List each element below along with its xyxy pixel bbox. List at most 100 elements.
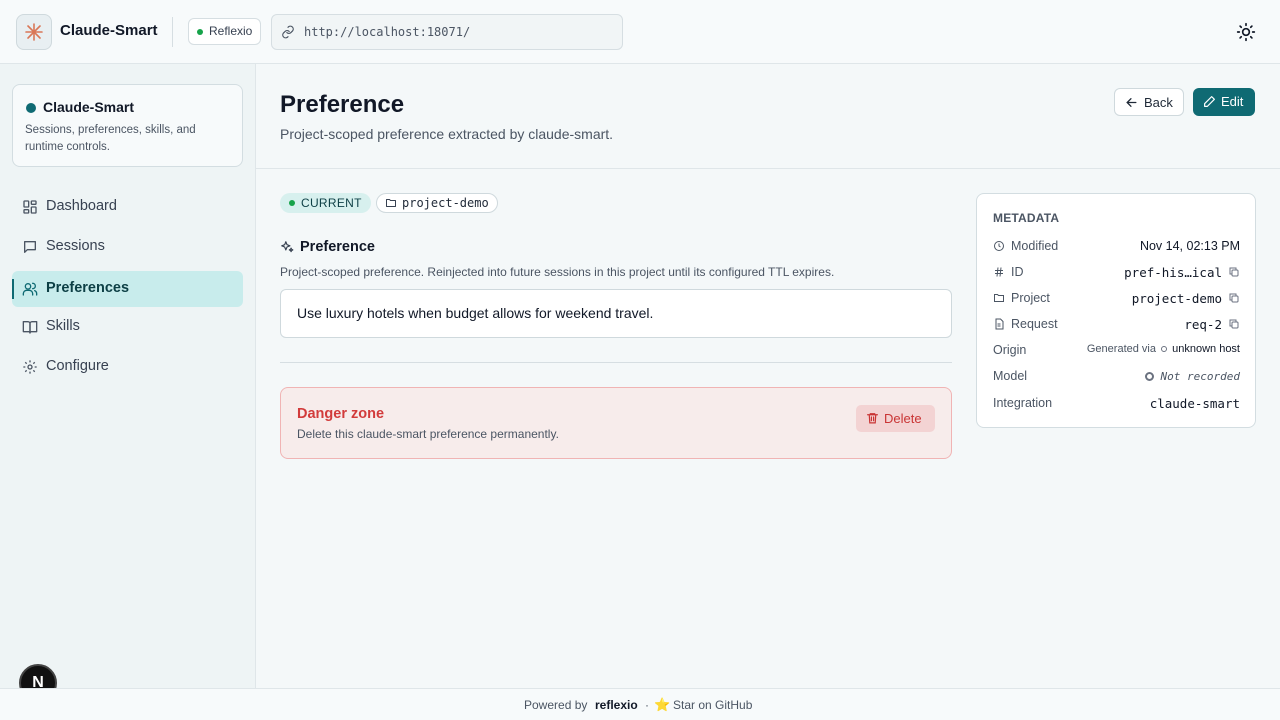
danger-zone: Danger zone Delete this claude-smart pre… [280,387,952,459]
footer-separator: · [645,698,649,712]
pencil-icon [1204,96,1215,107]
theme-toggle-button[interactable] [1236,22,1256,42]
status-badge-label: CURRENT [301,196,362,210]
sidebar-item-sessions[interactable]: Sessions [12,229,243,265]
url-field[interactable]: http://localhost:18071/ [271,14,623,50]
sun-icon [1236,22,1256,42]
host-icon [1161,346,1168,352]
metadata-value: Nov 14, 02:13 PM [1139,239,1240,253]
sidebar-item-label: Sessions [46,238,105,254]
metadata-row-id: ID pref-his…ical [993,263,1240,283]
delete-button[interactable]: Delete [856,405,935,432]
chat-icon [24,241,36,253]
metadata-key: Integration [993,396,1053,410]
edit-button[interactable]: Edit [1193,88,1255,116]
page-header: Preference Project-scoped preference ext… [256,64,1280,169]
sidebar-item-label: Skills [46,318,80,334]
metadata-value: Not recorded [1145,369,1240,383]
file-icon [995,318,1004,330]
preference-text: Use luxury hotels when budget allows for… [297,305,654,321]
clock-icon [994,241,1004,251]
star-icon: ⭐ [654,697,671,712]
sidebar-item-skills[interactable]: Skills [12,309,243,345]
danger-zone-desc: Delete this claude-smart preference perm… [297,427,559,441]
back-button[interactable]: Back [1114,88,1184,116]
metadata-value: pref-his…ical [1124,265,1222,280]
metadata-row-integration: Integration claude-smart [993,394,1240,414]
metadata-value: Generated via unknown host [1087,343,1240,355]
footer: Powered by reflexio · ⭐ Star on GitHub [0,688,1280,720]
metadata-row-model: Model Not recorded [993,367,1240,387]
sparkles-icon [281,241,294,253]
app-logo[interactable] [16,14,52,50]
app-name: Claude-Smart [60,22,158,39]
metadata-key: ID [1011,265,1024,279]
sidebar-item-label: Dashboard [46,198,117,214]
edit-button-label: Edit [1221,94,1244,109]
metadata-value: project-demo [1131,291,1222,306]
metadata-key: Model [993,369,1028,383]
metadata-row-origin: Origin Generated via unknown host [993,341,1240,361]
claude-logo-icon [25,23,43,41]
link-icon [282,25,294,39]
section-description: Project-scoped preference. Reinjected in… [280,265,835,279]
metadata-header: METADATA [993,211,1060,225]
book-icon [22,321,38,334]
copy-icon[interactable] [1228,292,1240,304]
metadata-key: Request [1011,317,1058,331]
back-button-label: Back [1144,95,1173,110]
brand-card: Claude-Smart Sessions, preferences, skil… [12,84,243,167]
metadata-key: Origin [993,343,1027,357]
metadata-key: Project [1011,291,1050,305]
danger-zone-title: Danger zone [297,406,385,422]
origin-prefix: Generated via [1086,343,1156,355]
project-chip[interactable]: project-demo [376,193,498,213]
sidebar: Claude-Smart Sessions, preferences, skil… [0,64,256,688]
footer-reflexio-link[interactable]: reflexio [595,698,638,712]
origin-value: unknown host [1172,343,1240,355]
metadata-key: Modified [1011,239,1059,253]
sidebar-item-dashboard[interactable]: Dashboard [12,189,243,225]
reflexio-badge[interactable]: Reflexio [188,18,262,45]
arrow-left-icon [1126,98,1137,107]
dashboard-icon [23,200,37,214]
footer-powered-by: Powered by [524,698,588,712]
brand-card-title: Claude-Smart [43,99,135,115]
model-icon [1145,372,1155,381]
divider [172,17,173,47]
project-chip-label: project-demo [402,196,489,210]
top-bar: Claude-Smart Reflexio http://localhost:1… [0,0,1280,64]
metadata-row-project: Project project-demo [993,289,1240,309]
status-badge: CURRENT [280,193,371,213]
status-dot-icon [197,29,203,35]
sidebar-item-preferences[interactable]: Preferences [12,271,243,307]
footer-github-link[interactable]: Star on GitHub [673,698,752,712]
brand-card-desc: Sessions, preferences, skills, and runti… [25,124,196,153]
reflexio-badge-label: Reflexio [209,24,253,38]
section-title: Preference [300,239,375,255]
preference-content-box: Use luxury hotels when budget allows for… [280,289,952,338]
delete-button-label: Delete [884,411,922,426]
copy-icon[interactable] [1228,318,1240,330]
page-title: Preference [280,91,405,118]
gear-icon [23,360,37,374]
folder-icon [386,199,396,207]
status-dot-icon [289,200,295,206]
hash-icon [995,267,1003,277]
copy-icon[interactable] [1228,266,1240,278]
trash-icon [867,413,878,424]
metadata-row-modified: Modified Nov 14, 02:13 PM [993,237,1240,257]
model-value: Not recorded [1160,370,1240,383]
metadata-value: req-2 [1184,317,1222,332]
page-subtitle: Project-scoped preference extracted by c… [280,126,614,142]
folder-icon [994,294,1004,302]
users-icon [22,282,38,296]
sidebar-item-configure[interactable]: Configure [12,349,243,385]
metadata-value: claude-smart [1149,396,1240,411]
metadata-panel: METADATA Modified Nov 14, 02:13 PM ID pr… [976,193,1256,428]
sidebar-item-label: Preferences [46,280,130,296]
brand-dot-icon [26,103,36,113]
divider [280,362,952,363]
metadata-row-request: Request req-2 [993,315,1240,335]
url-text: http://localhost:18071/ [304,25,471,39]
